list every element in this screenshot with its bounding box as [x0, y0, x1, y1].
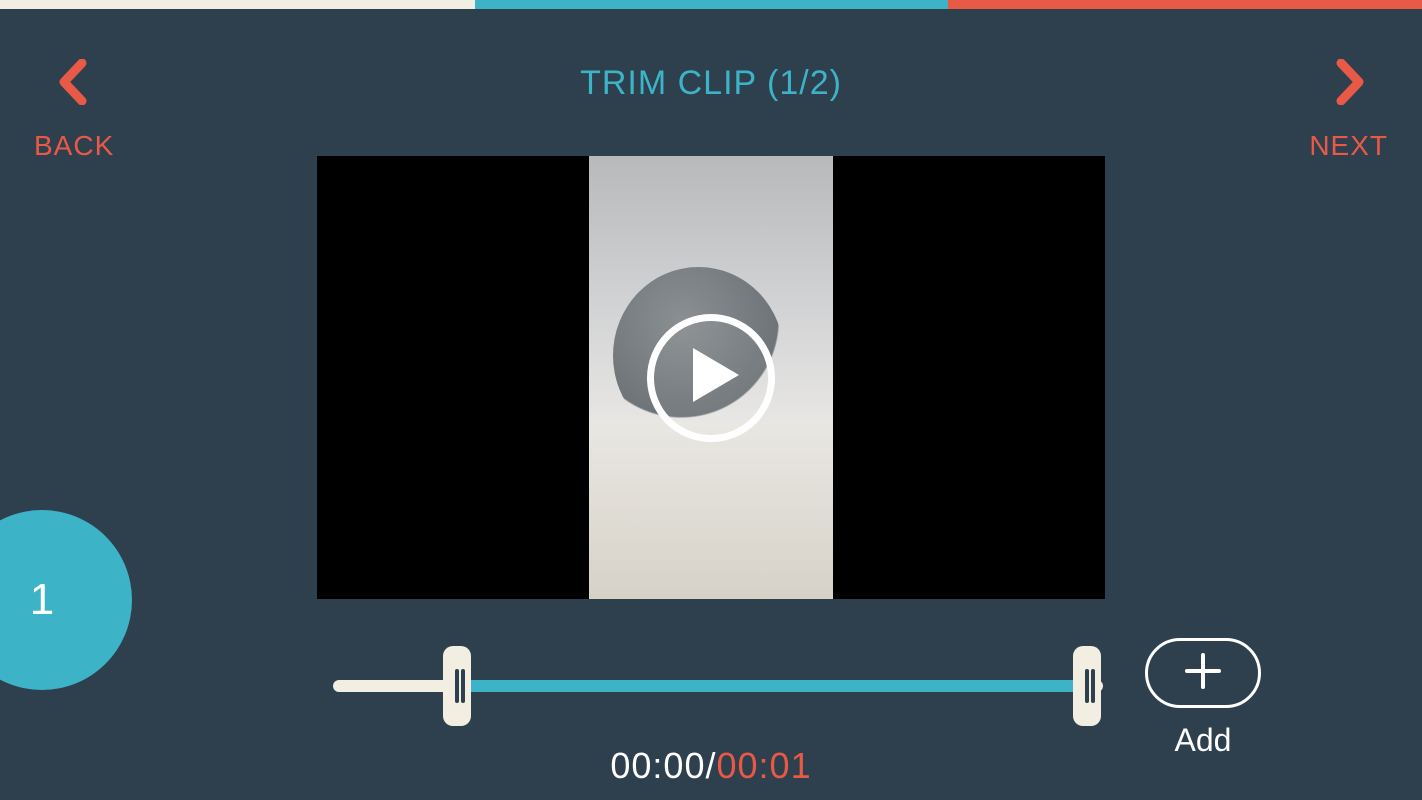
- back-label: BACK: [34, 130, 114, 162]
- header: BACK TRIM CLIP (1/2) NEXT: [0, 9, 1422, 159]
- chevron-right-icon: [1329, 59, 1369, 110]
- time-display: 00:00/00:01: [0, 745, 1422, 787]
- add-clip: Add: [1145, 638, 1261, 759]
- video-preview: [317, 156, 1105, 599]
- add-button[interactable]: [1145, 638, 1261, 708]
- play-icon: [681, 346, 741, 409]
- back-button[interactable]: BACK: [34, 59, 114, 162]
- duration-time: 00:01: [717, 745, 812, 786]
- trim-handle-end[interactable]: [1073, 646, 1101, 726]
- time-separator: /: [705, 745, 716, 786]
- trim-handle-start[interactable]: [443, 646, 471, 726]
- page-title: TRIM CLIP (1/2): [580, 64, 842, 103]
- trim-slider[interactable]: [333, 680, 1103, 692]
- chevron-left-icon: [54, 59, 94, 110]
- next-button[interactable]: NEXT: [1309, 59, 1388, 162]
- progress-step-2: [475, 0, 949, 9]
- plus-icon: [1183, 651, 1223, 696]
- current-time: 00:00: [610, 745, 705, 786]
- progress-step-1: [0, 0, 475, 9]
- next-label: NEXT: [1309, 130, 1388, 162]
- trim-track-active: [456, 680, 1087, 692]
- play-button[interactable]: [647, 314, 775, 442]
- clip-count-value: 1: [30, 575, 54, 625]
- progress-step-3: [948, 0, 1422, 9]
- progress-bar: [0, 0, 1422, 9]
